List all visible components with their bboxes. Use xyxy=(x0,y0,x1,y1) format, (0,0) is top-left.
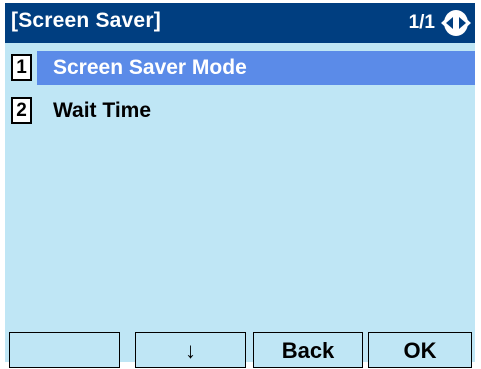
left-right-nav-icon[interactable] xyxy=(440,8,472,38)
menu-item-screen-saver-mode[interactable]: 1 Screen Saver Mode xyxy=(5,51,475,85)
page-indicator: 1/1 xyxy=(408,12,435,33)
softkey-1[interactable] xyxy=(9,332,120,368)
ok-softkey[interactable]: OK xyxy=(368,332,472,368)
item-label: Screen Saver Mode xyxy=(37,51,475,85)
item-label: Wait Time xyxy=(53,99,152,122)
back-softkey[interactable]: Back xyxy=(253,332,363,368)
menu-item-wait-time[interactable]: 2 Wait Time xyxy=(5,94,475,128)
item-number: 2 xyxy=(11,97,32,124)
screen-title: [Screen Saver] xyxy=(11,9,161,32)
item-number: 1 xyxy=(11,54,32,81)
softkey-bar: ↓ Back OK xyxy=(5,303,475,368)
down-softkey[interactable]: ↓ xyxy=(135,332,246,368)
phone-display: [Screen Saver] 1/1 1 Screen Saver Mode 2… xyxy=(5,3,475,368)
title-bar: [Screen Saver] 1/1 xyxy=(5,3,475,43)
